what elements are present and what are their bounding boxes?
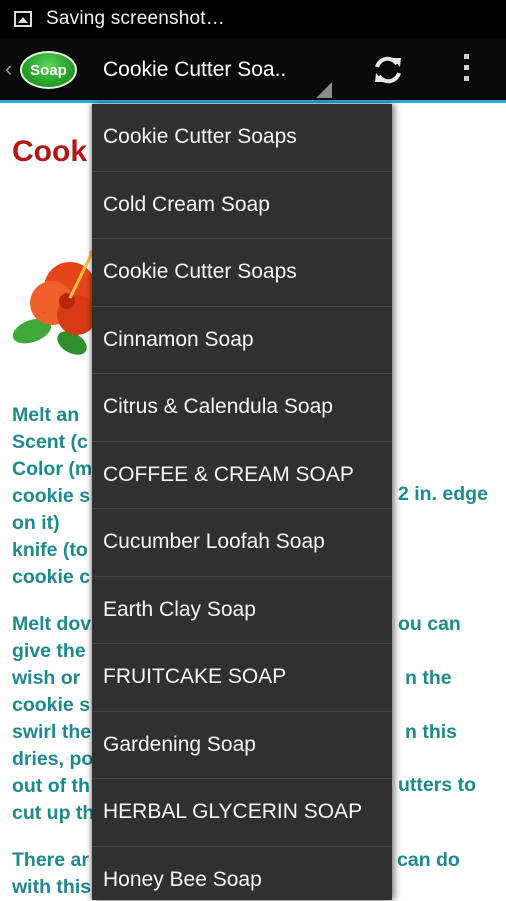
text-fragment: ou can <box>398 613 461 635</box>
navigation-dropdown[interactable]: Cookie Cutter Soaps Cold Cream Soap Cook… <box>92 104 392 900</box>
text-line: out of th <box>12 775 90 797</box>
dropdown-item[interactable]: Citrus & Calendula Soap <box>92 374 392 442</box>
dropdown-item[interactable]: Gardening Soap <box>92 712 392 779</box>
page-title: Cook <box>12 135 87 168</box>
text-line: knife (to <box>12 539 88 561</box>
dropdown-item[interactable]: Cookie Cutter Soaps <box>92 239 392 307</box>
text-fragment: n the <box>405 667 452 689</box>
text-line: wish or <box>12 667 81 689</box>
text-line: Melt dov <box>12 613 92 635</box>
dropdown-item[interactable]: Cucumber Loofah Soap <box>92 509 392 577</box>
dropdown-item[interactable]: Cinnamon Soap <box>92 307 392 374</box>
action-bar: ‹ Soap Cookie Cutter Soa.. <box>0 38 506 103</box>
text-fragment: n this <box>405 721 457 743</box>
app-logo-text: Soap <box>30 61 67 79</box>
hibiscus-flower-image <box>12 250 97 355</box>
text-line: on it) <box>12 512 60 534</box>
dropdown-item[interactable]: HERBAL GLYCERIN SOAP <box>92 779 392 847</box>
overflow-menu-icon[interactable] <box>460 54 472 86</box>
text-fragment: 2 in. edge <box>398 483 488 505</box>
status-bar: Saving screenshot… <box>0 0 506 38</box>
image-icon <box>14 11 32 27</box>
text-line: cut up th <box>12 802 95 824</box>
dropdown-item[interactable]: Honey Bee Soap <box>92 847 392 901</box>
text-line: dries, po <box>12 748 94 770</box>
paragraph-instructions: Melt dov give the wish or cookie s swirl… <box>12 611 94 827</box>
paragraph-more: There ar with this <box>12 847 91 901</box>
refresh-icon[interactable] <box>370 52 406 88</box>
text-line: swirl the <box>12 721 92 743</box>
text-line: cookie s <box>12 694 91 716</box>
text-line: cookie c <box>12 566 91 588</box>
spinner-arrow-icon <box>316 82 332 98</box>
paragraph-ingredients: Melt an Scent (c Color (m cookie s on it… <box>12 402 92 591</box>
text-line: There ar <box>12 849 89 871</box>
dropdown-item[interactable]: Cold Cream Soap <box>92 172 392 239</box>
text-fragment: utters to <box>398 774 476 796</box>
dropdown-item[interactable]: Earth Clay Soap <box>92 577 392 644</box>
dropdown-item[interactable]: FRUITCAKE SOAP <box>92 644 392 712</box>
up-caret-icon[interactable]: ‹ <box>5 58 12 80</box>
text-line: Color (m <box>12 458 93 480</box>
text-line: Scent (c <box>12 431 88 453</box>
navigation-spinner[interactable]: Cookie Cutter Soa.. <box>103 58 286 82</box>
text-line: give the <box>12 640 86 662</box>
status-text: Saving screenshot… <box>46 8 225 29</box>
app-logo[interactable]: Soap <box>20 51 77 89</box>
text-fragment: can do <box>397 849 460 871</box>
dropdown-item[interactable]: COFFEE & CREAM SOAP <box>92 442 392 509</box>
text-line: cookie s <box>12 485 91 507</box>
text-line: Melt an <box>12 404 80 426</box>
dropdown-item[interactable]: Cookie Cutter Soaps <box>92 104 392 172</box>
text-line: with this <box>12 876 92 898</box>
